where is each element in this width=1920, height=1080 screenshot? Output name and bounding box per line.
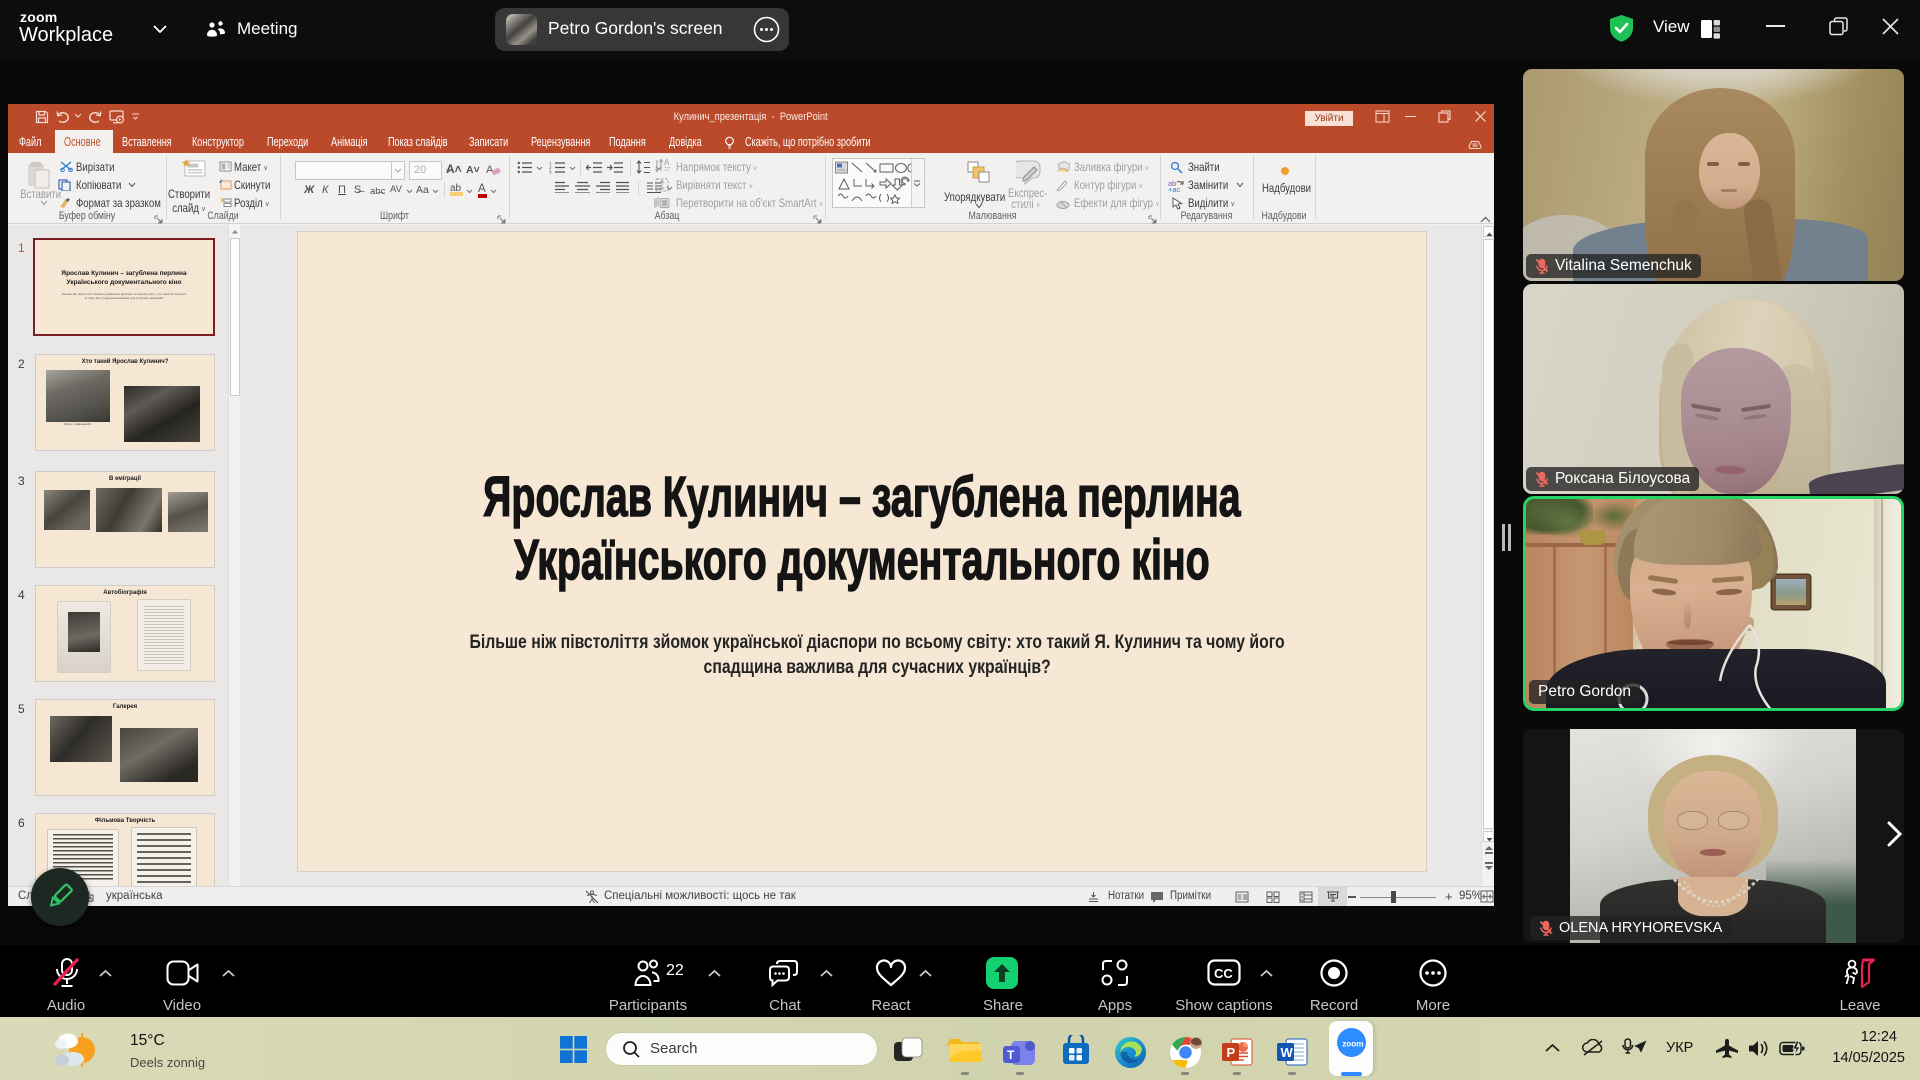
svg-text:А: А: [664, 159, 670, 167]
svg-text:T: T: [1007, 1048, 1015, 1062]
svg-text:CC: CC: [1214, 966, 1233, 981]
svg-text:P: P: [1227, 1045, 1236, 1060]
svg-text:zoom: zoom: [1342, 1040, 1363, 1049]
svg-text:W: W: [1281, 1045, 1294, 1060]
svg-text:3: 3: [549, 170, 552, 175]
svg-text:+ac: +ac: [1168, 185, 1181, 192]
svg-text:A: A: [486, 164, 494, 176]
